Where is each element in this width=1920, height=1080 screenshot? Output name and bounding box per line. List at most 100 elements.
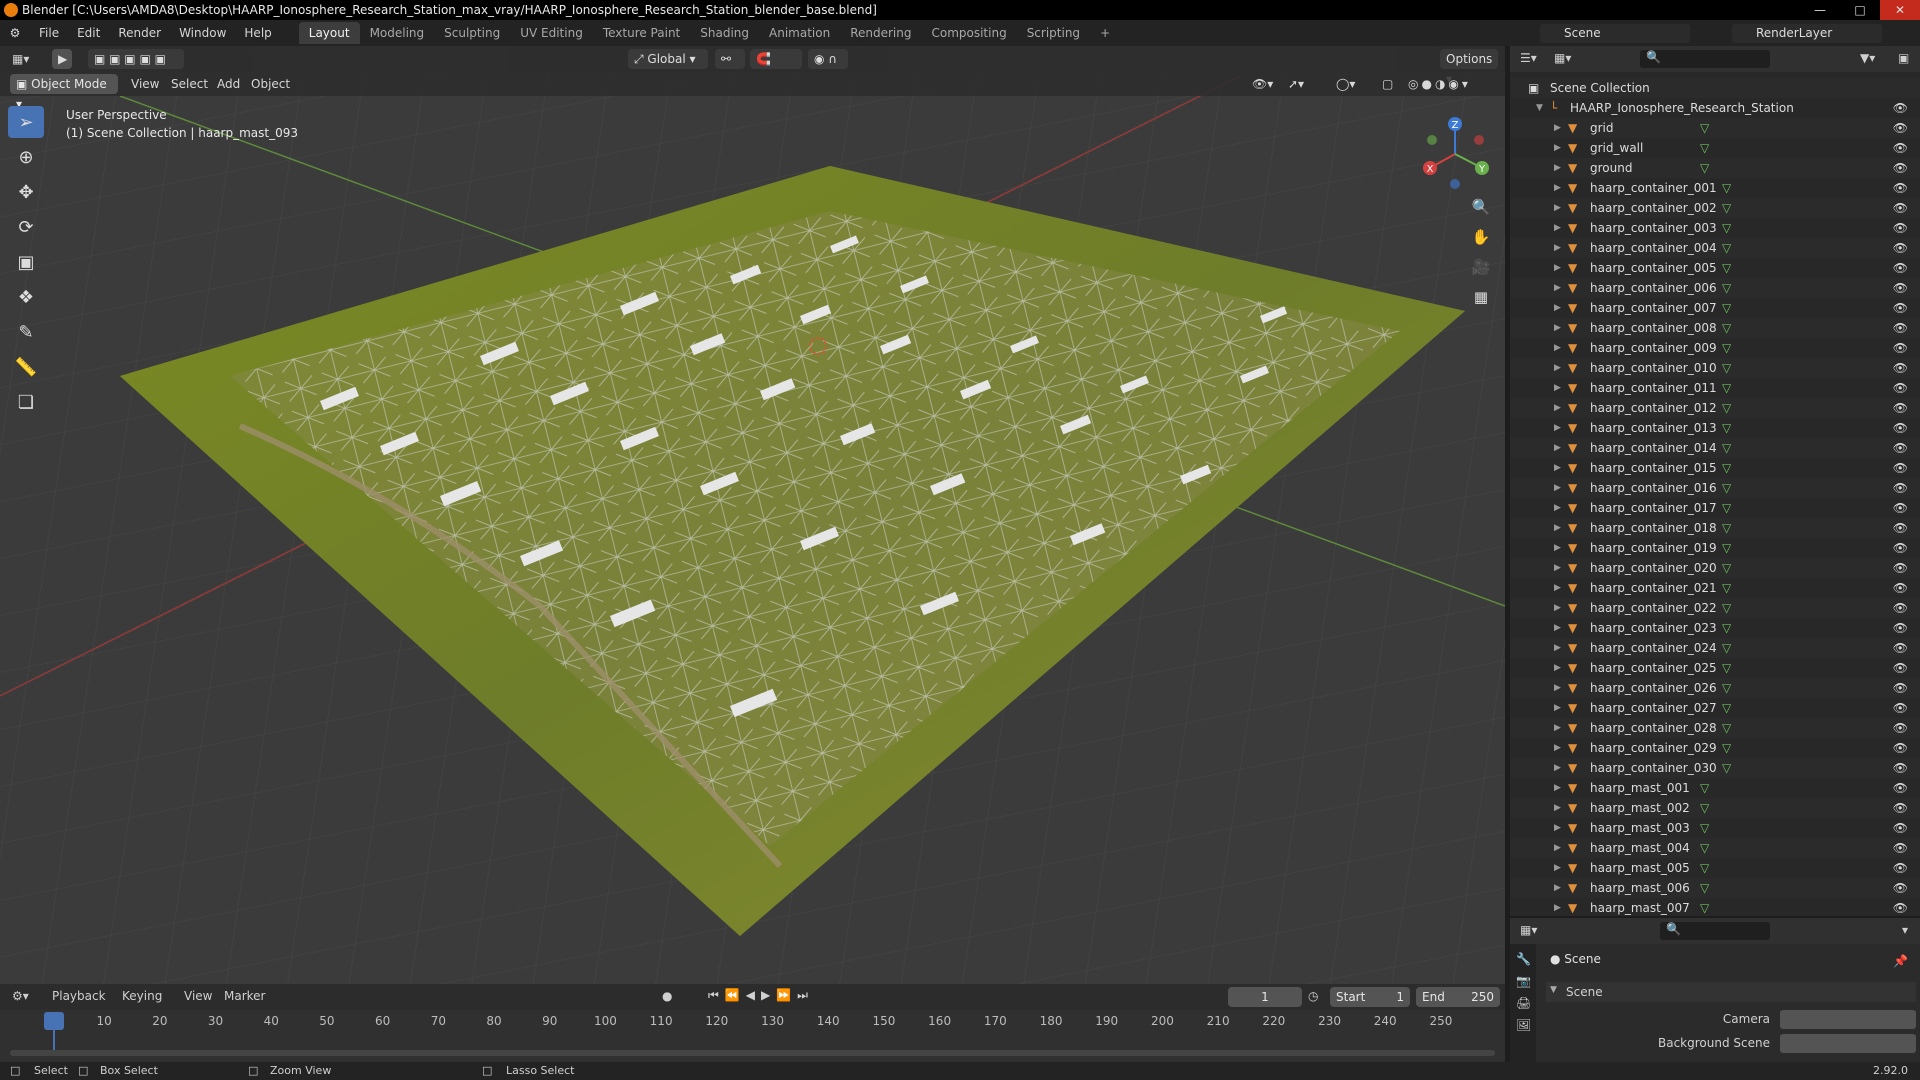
proportional-edit-icon[interactable]: ◉ ∩ <box>808 49 848 69</box>
visibility-eye-icon[interactable]: 👁 <box>1893 678 1908 698</box>
3d-viewport[interactable]: ▦▾ ▶ ▣ ▣ ▣ ▣ ▣ ⤢ Global ▾ ⚯ 🧲 ◉ ∩ Option… <box>0 46 1505 984</box>
outliner-item[interactable]: ▶ ▼ haarp_container_013 ▽ 👁 <box>1510 418 1920 438</box>
expand-icon[interactable]: ▶ <box>1554 278 1561 298</box>
outliner-item[interactable]: ▶ ▼ haarp_container_021 ▽ 👁 <box>1510 578 1920 598</box>
expand-icon[interactable]: ▶ <box>1554 478 1561 498</box>
visibility-eye-icon[interactable]: 👁 <box>1893 298 1908 318</box>
visibility-eye-icon[interactable]: 👁 <box>1893 258 1908 278</box>
expand-icon[interactable]: ▶ <box>1554 698 1561 718</box>
mesh-data-icon[interactable]: ▽ <box>1722 518 1731 538</box>
visibility-eye-icon[interactable]: 👁 <box>1893 318 1908 338</box>
outliner-item[interactable]: ▶ ▼ haarp_container_011 ▽ 👁 <box>1510 378 1920 398</box>
mesh-data-icon[interactable]: ▽ <box>1722 378 1731 398</box>
minimize-icon[interactable]: — <box>1800 0 1840 20</box>
mesh-data-icon[interactable]: ▽ <box>1722 598 1731 618</box>
add-workspace-icon[interactable]: + <box>1090 22 1120 44</box>
menu-file[interactable]: File <box>30 26 68 40</box>
outliner-item[interactable]: ▶ ▼ haarp_container_009 ▽ 👁 <box>1510 338 1920 358</box>
outliner-item[interactable]: ▶ ▼ haarp_container_002 ▽ 👁 <box>1510 198 1920 218</box>
outliner-item[interactable]: ▶ ▼ haarp_container_027 ▽ 👁 <box>1510 698 1920 718</box>
expand-icon[interactable]: ▶ <box>1554 818 1561 838</box>
viewport-menu-view[interactable]: View <box>131 74 159 94</box>
expand-icon[interactable]: ▶ <box>1554 718 1561 738</box>
visibility-eye-icon[interactable]: 👁 <box>1893 478 1908 498</box>
mesh-data-icon[interactable]: ▽ <box>1722 258 1731 278</box>
ortho-toggle-icon[interactable]: ▦ <box>1468 284 1494 310</box>
outliner-item[interactable]: ▶ ▼ haarp_mast_003 ▽ 👁 <box>1510 818 1920 838</box>
outliner-item[interactable]: ▶ ▼ haarp_container_003 ▽ 👁 <box>1510 218 1920 238</box>
xray-toggle-icon[interactable]: ▢ <box>1382 74 1393 94</box>
record-icon[interactable]: ● <box>662 989 672 1003</box>
visibility-eye-icon[interactable]: 👁 <box>1893 278 1908 298</box>
properties-options-icon[interactable]: ▾ <box>1902 923 1908 937</box>
expand-icon[interactable]: ▶ <box>1554 238 1561 258</box>
tab-rendering[interactable]: Rendering <box>840 22 921 44</box>
mesh-data-icon[interactable]: ▽ <box>1722 418 1731 438</box>
properties-editor-icon[interactable]: ▦▾ <box>1520 923 1537 937</box>
outliner-item[interactable]: ▶ ▼ grid_wall ▽ 👁 <box>1510 138 1920 158</box>
outliner-search-input[interactable]: 🔍 <box>1640 50 1770 68</box>
mesh-data-icon[interactable]: ▽ <box>1722 658 1731 678</box>
mesh-data-icon[interactable]: ▽ <box>1722 358 1731 378</box>
expand-icon[interactable]: ▶ <box>1554 438 1561 458</box>
outliner-item[interactable]: ▶ ▼ haarp_container_025 ▽ 👁 <box>1510 658 1920 678</box>
pivot-icon[interactable]: ⚯ <box>715 49 745 69</box>
outliner-item[interactable]: ▶ ▼ haarp_container_006 ▽ 👁 <box>1510 278 1920 298</box>
expand-icon[interactable]: ▶ <box>1554 678 1561 698</box>
tab-animation[interactable]: Animation <box>759 22 840 44</box>
expand-icon[interactable]: ▶ <box>1554 158 1561 178</box>
expand-icon[interactable]: ▶ <box>1554 738 1561 758</box>
expand-icon[interactable]: ▶ <box>1554 218 1561 238</box>
expand-icon[interactable]: ▶ <box>1554 198 1561 218</box>
visibility-eye-icon[interactable]: 👁 <box>1893 538 1908 558</box>
rotate-tool-icon[interactable]: ⟳ <box>8 211 44 243</box>
visibility-icon[interactable]: 👁▾ <box>1252 74 1273 94</box>
outliner-item[interactable]: ▶ ▼ haarp_container_010 ▽ 👁 <box>1510 358 1920 378</box>
add-cube-tool-icon[interactable]: ❏ <box>8 386 44 418</box>
outliner-item[interactable]: ▶ ▼ grid ▽ 👁 <box>1510 118 1920 138</box>
move-tool-icon[interactable]: ✥ <box>8 176 44 208</box>
outliner-item[interactable]: ▶ ▼ haarp_container_024 ▽ 👁 <box>1510 638 1920 658</box>
visibility-eye-icon[interactable]: 👁 <box>1893 438 1908 458</box>
expand-icon[interactable]: ▶ <box>1554 658 1561 678</box>
mesh-data-icon[interactable]: ▽ <box>1722 318 1731 338</box>
background-scene-field[interactable] <box>1780 1034 1916 1053</box>
pin-icon[interactable]: 📌 <box>1893 954 1908 968</box>
visibility-eye-icon[interactable]: 👁 <box>1893 578 1908 598</box>
outliner-item[interactable]: ▶ ▼ haarp_container_020 ▽ 👁 <box>1510 558 1920 578</box>
visibility-eye-icon[interactable]: 👁 <box>1893 718 1908 738</box>
mesh-data-icon[interactable]: ▽ <box>1722 458 1731 478</box>
view-layer-tab-icon[interactable]: 🖼 <box>1516 1018 1531 1032</box>
output-tab-icon[interactable]: 🖨 <box>1516 996 1531 1010</box>
viewport-menu-select[interactable]: Select <box>171 74 208 94</box>
cursor-tool-icon[interactable]: ⊕ <box>8 141 44 173</box>
expand-icon[interactable]: ▶ <box>1554 878 1561 898</box>
expand-icon[interactable]: ▶ <box>1554 298 1561 318</box>
filter-icon[interactable]: ▼▾ <box>1860 51 1875 65</box>
mesh-data-icon[interactable]: ▽ <box>1700 138 1709 158</box>
mesh-data-icon[interactable]: ▽ <box>1700 118 1709 138</box>
expand-icon[interactable]: ▶ <box>1554 858 1561 878</box>
blender-menu-icon[interactable]: ⚙ <box>0 26 30 40</box>
mesh-data-icon[interactable]: ▽ <box>1700 798 1709 818</box>
outliner-item[interactable]: ▶ ▼ haarp_container_029 ▽ 👁 <box>1510 738 1920 758</box>
visibility-eye-icon[interactable]: 👁 <box>1893 98 1908 118</box>
expand-icon[interactable]: ▶ <box>1554 558 1561 578</box>
tab-shading[interactable]: Shading <box>690 22 759 44</box>
render-layer-selector[interactable]: RenderLayer <box>1732 24 1882 43</box>
shading-mode-icons[interactable]: ◎●◑◉▾ <box>1408 74 1471 94</box>
visibility-eye-icon[interactable]: 👁 <box>1893 898 1908 916</box>
tool-select-icon[interactable]: ▶ <box>52 49 72 69</box>
scale-tool-icon[interactable]: ▣ <box>8 246 44 278</box>
maximize-icon[interactable]: □ <box>1840 0 1880 20</box>
outliner-item[interactable]: ▶ ▼ haarp_container_026 ▽ 👁 <box>1510 678 1920 698</box>
mesh-data-icon[interactable]: ▽ <box>1722 438 1731 458</box>
mesh-data-icon[interactable]: ▽ <box>1722 398 1731 418</box>
visibility-eye-icon[interactable]: 👁 <box>1893 138 1908 158</box>
outliner-item[interactable]: ▶ ▼ haarp_container_014 ▽ 👁 <box>1510 438 1920 458</box>
visibility-eye-icon[interactable]: 👁 <box>1893 458 1908 478</box>
mesh-data-icon[interactable]: ▽ <box>1722 578 1731 598</box>
menu-window[interactable]: Window <box>170 26 235 40</box>
gizmo-toggle-icon[interactable]: ➚▾ <box>1288 74 1304 94</box>
outliner-item[interactable]: ▶ ▼ haarp_container_017 ▽ 👁 <box>1510 498 1920 518</box>
